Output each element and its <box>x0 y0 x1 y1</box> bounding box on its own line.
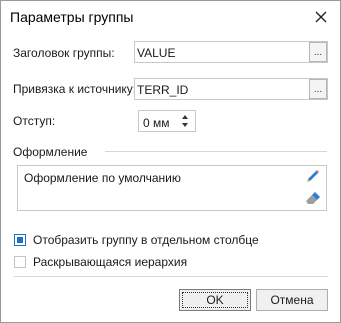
title-bar: Параметры группы <box>1 1 340 33</box>
group-header-field[interactable]: VALUE ... <box>134 41 328 63</box>
group-header-browse-button[interactable]: ... <box>309 42 327 62</box>
indent-label: Отступ: <box>13 114 56 128</box>
group-header-label: Заголовок группы: <box>13 46 115 60</box>
show-group-separate-column-checkbox[interactable] <box>14 234 26 246</box>
source-binding-label: Привязка к источнику: <box>13 82 137 96</box>
indent-spinner[interactable]: 0 мм <box>138 110 196 132</box>
show-group-separate-column-label: Отобразить группу в отдельном столбце <box>33 233 259 247</box>
dialog-title: Параметры группы <box>10 9 134 25</box>
cancel-button[interactable]: Отмена <box>256 289 328 311</box>
expandable-hierarchy-checkbox[interactable] <box>14 256 26 268</box>
source-binding-value: TERR_ID <box>137 83 189 97</box>
expandable-hierarchy-label: Раскрывающаяся иерархия <box>33 255 188 269</box>
design-group-label: Оформление <box>13 145 88 159</box>
close-icon[interactable] <box>312 8 330 26</box>
indent-value: 0 мм <box>143 116 170 130</box>
design-field[interactable]: Оформление по умолчанию <box>17 165 327 211</box>
ok-button[interactable]: OK <box>179 289 251 311</box>
pencil-icon[interactable] <box>303 168 321 186</box>
design-group-divider <box>105 151 327 152</box>
spinner-arrows-icon[interactable] <box>179 112 191 130</box>
footer-divider <box>14 276 328 277</box>
source-binding-browse-button[interactable]: ... <box>309 79 327 99</box>
group-header-value: VALUE <box>137 46 176 60</box>
eraser-icon[interactable] <box>303 189 321 207</box>
source-binding-field[interactable]: TERR_ID ... <box>134 78 328 100</box>
group-parameters-dialog: Параметры группы Заголовок группы: VALUE… <box>0 0 341 323</box>
design-value: Оформление по умолчанию <box>24 171 181 185</box>
